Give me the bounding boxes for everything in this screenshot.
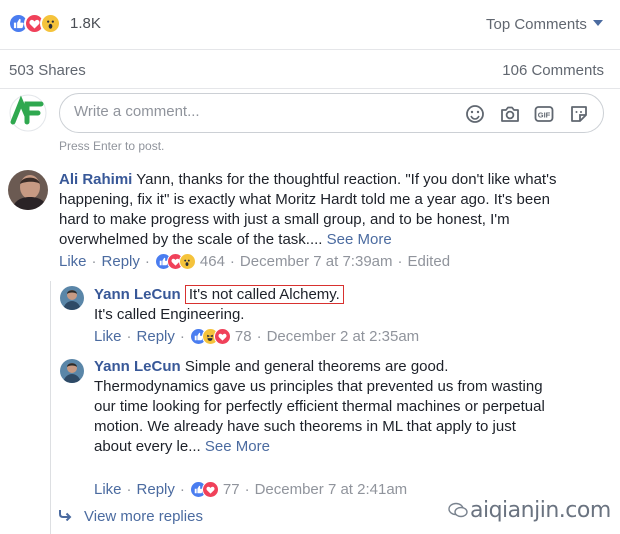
separator-dot: ·: [91, 253, 97, 270]
shares-count[interactable]: 503 Shares: [9, 62, 86, 79]
comment-author[interactable]: Ali Rahimi: [59, 171, 132, 188]
reply-avatar[interactable]: [60, 286, 84, 310]
reply-link[interactable]: Reply: [102, 253, 140, 270]
person-avatar-icon: [8, 170, 48, 210]
reaction-count[interactable]: 1.8K: [70, 15, 101, 32]
person-avatar-icon: [60, 359, 84, 383]
reaction-icons[interactable]: [8, 13, 61, 34]
reply-body: Yann LeCun It's not called Alchemy. It's…: [94, 285, 554, 325]
wow-reaction-icon: [178, 253, 196, 270]
svg-text:GIF: GIF: [538, 111, 551, 120]
love-reaction-icon: [201, 481, 219, 498]
comments-count[interactable]: 106 Comments: [502, 62, 604, 79]
reply-arrow-icon: [59, 510, 72, 522]
separator-dot: ·: [244, 481, 250, 498]
chat-bubble-icon: [448, 502, 468, 518]
separator-dot: ·: [126, 481, 132, 498]
reply-author[interactable]: Yann LeCun: [94, 286, 181, 303]
divider: [0, 88, 620, 89]
like-link[interactable]: Like: [59, 253, 87, 270]
view-more-replies-link[interactable]: View more replies: [58, 508, 203, 525]
comment-timestamp[interactable]: December 7 at 7:39am: [240, 253, 393, 270]
commenter-avatar[interactable]: [8, 170, 48, 210]
emoji-icon[interactable]: [464, 103, 486, 125]
reply-author[interactable]: Yann LeCun: [94, 358, 181, 375]
gif-icon[interactable]: GIF: [533, 103, 555, 125]
comment-composer[interactable]: GIF: [59, 93, 604, 133]
reply-link[interactable]: Reply: [137, 481, 175, 498]
reply-reactions[interactable]: 78: [189, 328, 252, 345]
separator-dot: ·: [126, 328, 132, 345]
camera-icon[interactable]: [499, 103, 521, 125]
sticker-icon[interactable]: [568, 103, 590, 125]
see-more-link[interactable]: See More: [205, 438, 270, 455]
reaction-count: 464: [199, 253, 225, 270]
reply-actions: Like · Reply · 78 · December 2 at 2:35am: [94, 328, 419, 345]
reply-timestamp[interactable]: December 7 at 2:41am: [255, 481, 408, 498]
watermark: aiqianjin.com: [448, 498, 611, 523]
love-reaction-icon: [213, 328, 231, 345]
reply-timestamp[interactable]: December 2 at 2:35am: [267, 328, 420, 345]
caret-down-icon: [592, 20, 603, 26]
reply-reactions[interactable]: 77: [189, 481, 240, 498]
page-avatar[interactable]: [9, 94, 47, 132]
wow-reaction-icon: [40, 13, 61, 34]
comment-text: Yann, thanks for the thoughtful reaction…: [59, 171, 557, 248]
separator-dot: ·: [144, 253, 150, 270]
comment-body: Ali Rahimi Yann, thanks for the thoughtf…: [59, 170, 579, 250]
separator-dot: ·: [397, 253, 403, 270]
comment-reactions[interactable]: 464: [154, 253, 225, 270]
composer-hint: Press Enter to post.: [59, 139, 165, 153]
reply-thread-line: [50, 281, 51, 534]
top-comments-dropdown[interactable]: Top Comments: [486, 16, 603, 33]
reaction-count: 77: [222, 481, 240, 498]
see-more-link[interactable]: See More: [327, 231, 392, 248]
reply-actions: Like · Reply · 77 · December 7 at 2:41am: [94, 481, 407, 498]
reply-avatar[interactable]: [60, 359, 84, 383]
reaction-count: 78: [234, 328, 252, 345]
reply-body: Yann LeCun Simple and general theorems a…: [94, 357, 554, 457]
reaction-summary-bar: 1.8K Top Comments: [0, 0, 620, 50]
separator-dot: ·: [256, 328, 262, 345]
edited-label[interactable]: Edited: [408, 253, 451, 270]
separator-dot: ·: [179, 328, 185, 345]
separator-dot: ·: [179, 481, 185, 498]
highlighted-text: It's not called Alchemy.: [184, 285, 344, 304]
reply-text: It's called Engineering.: [94, 306, 245, 323]
like-link[interactable]: Like: [94, 328, 122, 345]
like-link[interactable]: Like: [94, 481, 122, 498]
person-avatar-icon: [60, 286, 84, 310]
page-logo-icon: [9, 94, 47, 132]
separator-dot: ·: [229, 253, 235, 270]
comment-input[interactable]: [74, 103, 434, 120]
comment-actions: Like · Reply · 464 · December 7 at 7:39a…: [59, 253, 450, 270]
reply-link[interactable]: Reply: [137, 328, 175, 345]
